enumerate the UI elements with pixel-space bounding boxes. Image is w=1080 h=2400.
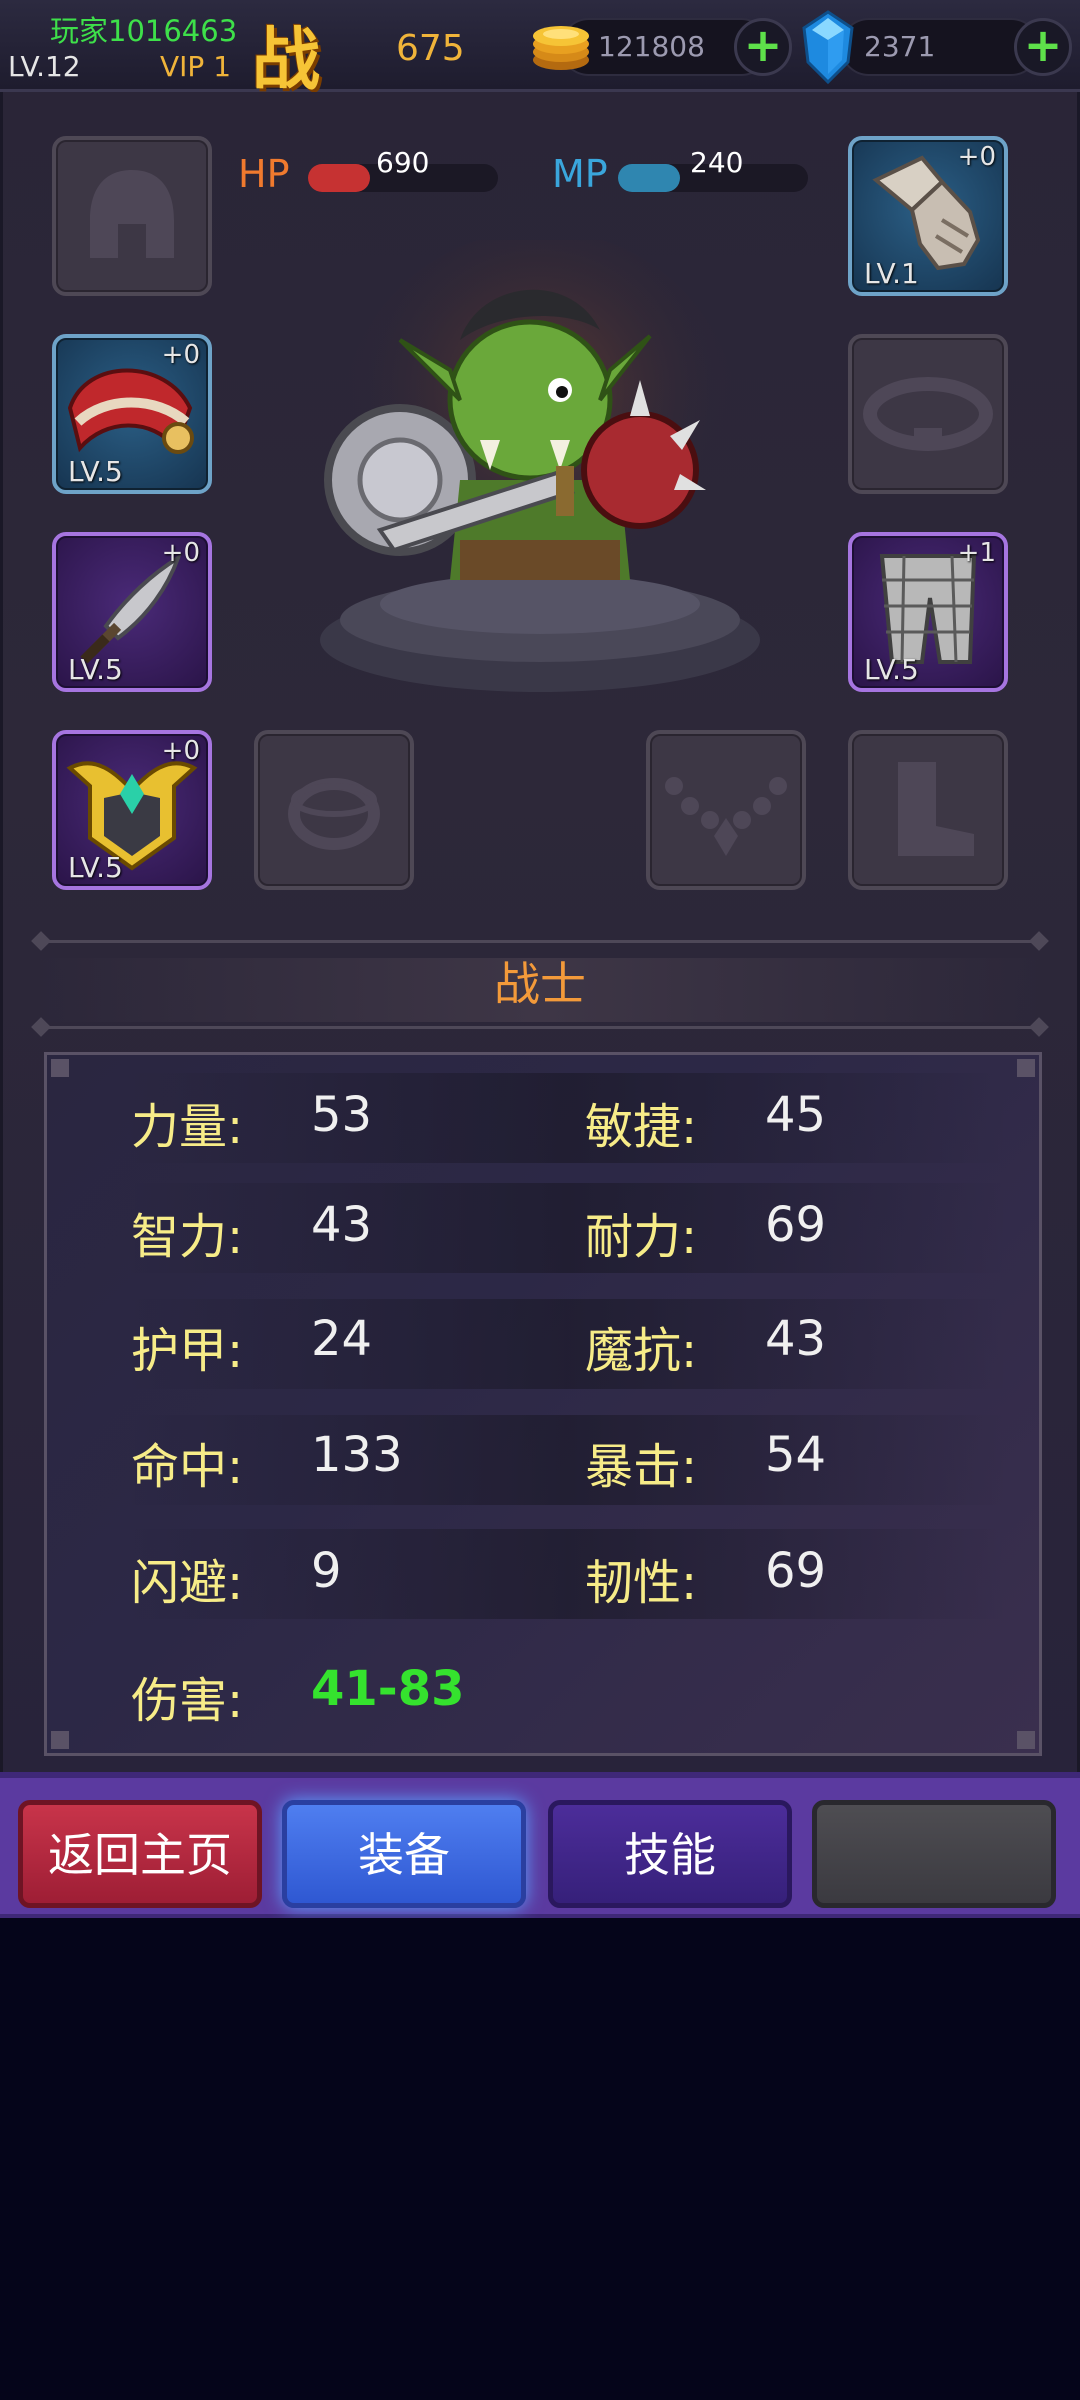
intellect-value: 43 [311,1197,373,1253]
boots-slot[interactable] [848,730,1008,890]
hp-value: 690 [376,146,430,179]
belt-slot[interactable] [848,334,1008,494]
corner-ornament [51,1059,69,1077]
vip-level[interactable]: VIP 1 [160,50,231,83]
top-status-bar: 玩家1016463 LV.12 VIP 1 战 675 121808 + 237… [0,0,1080,100]
blue-gem-icon [802,10,854,84]
hero-portrait [320,240,760,692]
pants-slot[interactable]: +1 LV.5 [848,532,1008,692]
ring-slot[interactable] [254,730,414,890]
add-gems-button[interactable]: + [1014,18,1072,76]
intellect-label: 智力: [131,1209,244,1265]
damage-value: 41-83 [311,1661,465,1717]
hit-value: 133 [311,1427,403,1483]
toughness-label: 韧性: [585,1555,698,1611]
belt-icon [863,377,993,451]
player-level: LV.12 [8,50,81,83]
magic-resist-label: 魔抗: [585,1323,698,1379]
crit-label: 暴击: [585,1439,698,1495]
player-name: 玩家1016463 [50,14,238,48]
strength-value: 53 [311,1087,373,1143]
equipment-tab[interactable]: 装备 [282,1800,526,1908]
empty-nav-button[interactable] [812,1800,1056,1908]
weapon-enhance: +0 [161,538,200,568]
weapon-slot[interactable]: +0 LV.5 [52,532,212,692]
empty-background [0,1918,1080,2400]
corner-ornament [51,1731,69,1749]
hp-label: HP [238,152,290,196]
class-name: 战士 [494,957,586,1011]
skills-tab[interactable]: 技能 [548,1800,792,1908]
armor-level: LV.5 [68,851,123,884]
stat-row [127,1073,1007,1163]
agility-value: 45 [765,1087,827,1143]
corner-ornament [1017,1059,1035,1077]
gloves-enhance: +0 [957,142,996,172]
stat-row [127,1415,1007,1505]
agility-label: 敏捷: [585,1099,698,1155]
dodge-value: 9 [311,1543,342,1599]
armor-stat-value: 24 [311,1311,373,1367]
necklace-slot[interactable] [646,730,806,890]
damage-label: 伤害: [131,1673,244,1729]
shoulder-level: LV.5 [68,455,123,488]
armor-enhance: +0 [161,736,200,766]
stat-row [127,1299,1007,1389]
strength-label: 力量: [131,1099,244,1155]
toughness-value: 69 [765,1543,827,1599]
necklace-icon [665,777,787,856]
attributes-panel: 力量: 53 敏捷: 45 智力: 43 耐力: 69 护甲: 24 魔抗: 4… [44,1052,1042,1756]
dodge-label: 闪避: [131,1555,244,1611]
divider-top [40,940,1040,943]
ring-icon [288,778,380,850]
gloves-slot[interactable]: +0 LV.1 [848,136,1008,296]
mp-value: 240 [690,146,744,179]
combat-power-value: 675 [396,28,465,69]
combat-power-icon: 战 [252,20,321,100]
pants-level: LV.5 [864,653,919,686]
stamina-label: 耐力: [585,1209,698,1265]
boot-icon [898,762,974,856]
shoulder-enhance: +0 [161,340,200,370]
magic-resist-value: 43 [765,1311,827,1367]
divider-bottom [40,1026,1040,1029]
mp-bar-fill [618,164,680,192]
gold-amount: 121808 [598,30,705,63]
mp-label: MP [552,152,608,196]
corner-ornament [1017,1731,1035,1749]
armor-stat-label: 护甲: [131,1323,244,1379]
pants-enhance: +1 [957,538,996,568]
weapon-level: LV.5 [68,653,123,686]
return-home-button[interactable]: 返回主页 [18,1800,262,1908]
bottom-nav: 返回主页 装备 技能 [0,1772,1080,1918]
stamina-value: 69 [765,1197,827,1253]
helmet-slot[interactable] [52,136,212,296]
add-gold-button[interactable]: + [734,18,792,76]
gem-amount: 2371 [864,30,936,63]
gold-coin-icon [533,26,589,70]
hit-label: 命中: [131,1439,244,1495]
gloves-level: LV.1 [864,257,919,290]
shoulder-slot[interactable]: +0 LV.5 [52,334,212,494]
hp-bar-fill [308,164,370,192]
stat-row [127,1529,1007,1619]
helmet-icon [90,170,174,258]
stat-row [127,1183,1007,1273]
armor-slot[interactable]: +0 LV.5 [52,730,212,890]
crit-value: 54 [765,1427,827,1483]
